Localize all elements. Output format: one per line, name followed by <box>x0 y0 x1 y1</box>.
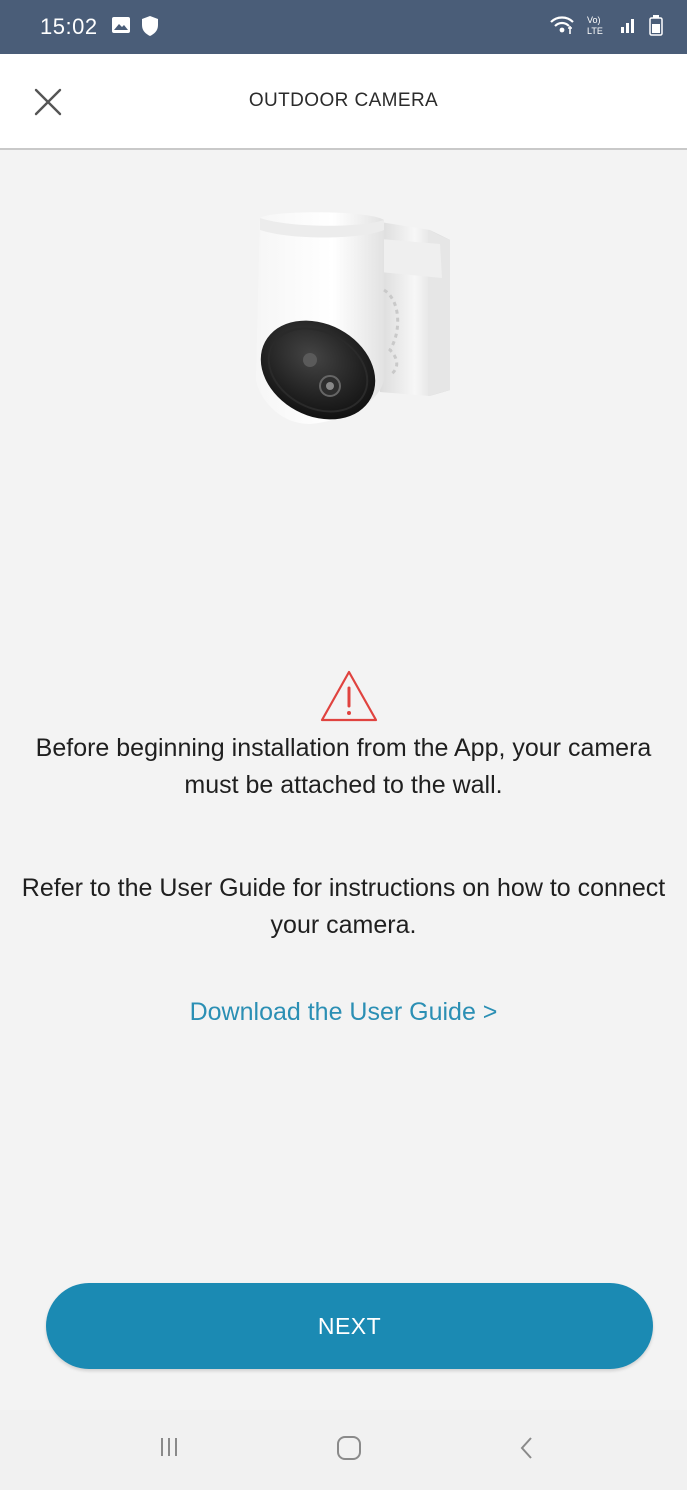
svg-text:LTE: LTE <box>587 26 603 36</box>
gallery-icon <box>111 15 131 40</box>
warning-triangle-icon <box>318 668 380 726</box>
recent-apps-icon[interactable] <box>156 1434 182 1465</box>
outdoor-camera-image <box>230 200 470 450</box>
signal-icon <box>619 15 639 40</box>
installation-warning-text: Before beginning installation from the A… <box>35 734 652 799</box>
next-button[interactable]: NEXT <box>46 1283 653 1369</box>
status-time: 15:02 <box>40 14 98 39</box>
shield-icon <box>140 15 160 42</box>
app-header: OUTDOOR CAMERA <box>0 54 687 150</box>
home-icon[interactable] <box>335 1434 363 1467</box>
status-bar: 15:02 Vo) LTE <box>0 0 687 54</box>
page-title: OUTDOOR CAMERA <box>248 90 439 111</box>
user-guide-instructions-text: Refer to the User Guide for instructions… <box>21 874 666 939</box>
download-user-guide-link[interactable]: Download the User Guide > <box>0 998 687 1027</box>
back-icon[interactable] <box>516 1434 538 1467</box>
volte-icon: Vo) LTE <box>585 14 609 41</box>
wifi-icon <box>549 14 575 41</box>
battery-icon <box>649 14 663 41</box>
svg-text:Vo): Vo) <box>587 15 601 25</box>
system-nav-bar <box>0 1410 687 1490</box>
